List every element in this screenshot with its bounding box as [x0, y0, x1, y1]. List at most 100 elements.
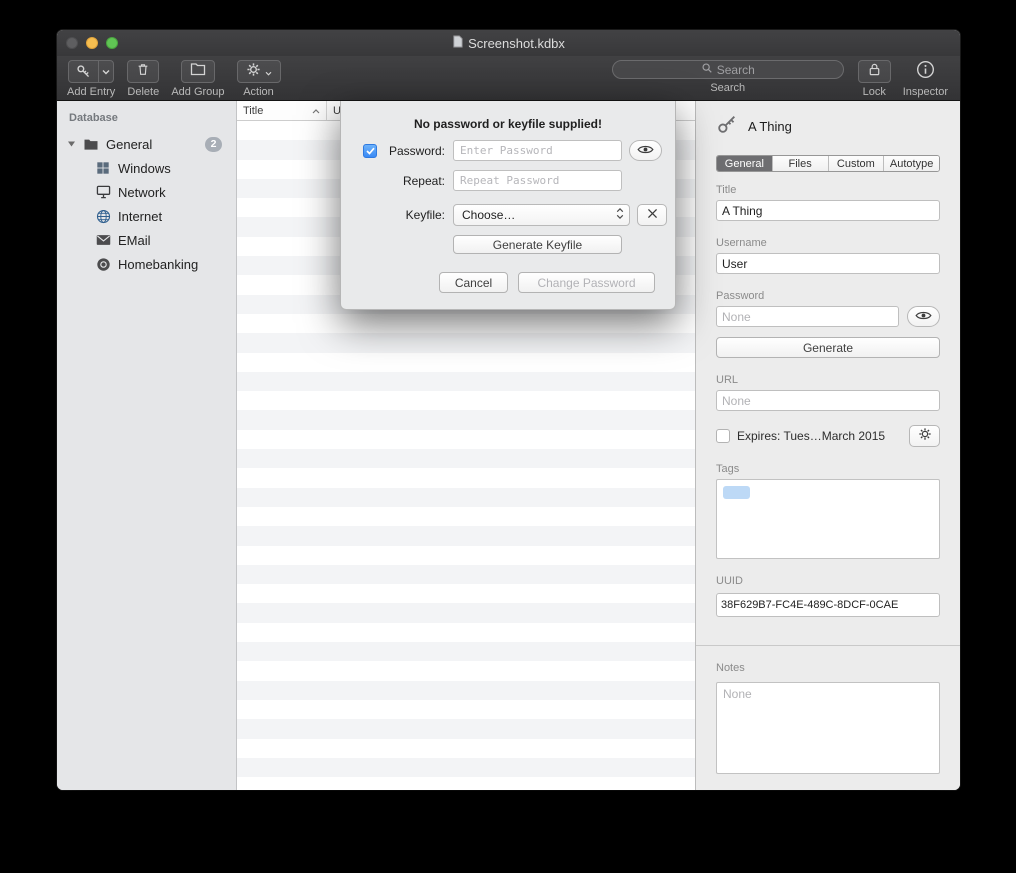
sidebar-header: Database — [69, 112, 236, 124]
tab-general[interactable]: General — [717, 156, 772, 171]
password-checkbox[interactable] — [363, 144, 377, 158]
sheet-password-input[interactable] — [453, 140, 622, 161]
password-label: Password — [716, 290, 940, 302]
entry-row-stripe — [237, 353, 695, 372]
window-title: Screenshot.kdbx — [468, 36, 565, 51]
sidebar-item-windows[interactable]: Windows — [57, 156, 236, 180]
lock-button[interactable] — [858, 60, 891, 83]
username-label: Username — [716, 237, 940, 249]
zoom-button[interactable] — [106, 37, 118, 49]
close-button[interactable] — [66, 37, 78, 49]
coin-icon — [95, 256, 111, 272]
entry-row-stripe — [237, 700, 695, 719]
disclosure-triangle-icon[interactable] — [67, 140, 76, 148]
gear-icon — [246, 62, 261, 82]
sidebar-item-network[interactable]: Network — [57, 180, 236, 204]
inspector-header: A Thing — [716, 113, 940, 139]
clear-icon — [647, 206, 658, 224]
gear-icon — [918, 427, 932, 446]
tags-field[interactable] — [716, 479, 940, 559]
sidebar-item-homebanking[interactable]: Homebanking — [57, 252, 236, 276]
sidebar-item-email[interactable]: EMail — [57, 228, 236, 252]
eye-icon — [915, 308, 932, 326]
toolbar-label: Delete — [127, 86, 159, 98]
search-placeholder: Search — [717, 63, 755, 77]
entry-row-stripe — [237, 314, 695, 333]
app-window: Screenshot.kdbx Add Entry Delete — [57, 30, 960, 790]
entry-row-stripe — [237, 584, 695, 603]
sidebar-item-label: Internet — [118, 209, 162, 224]
keyfile-dropdown[interactable]: Choose… — [453, 204, 630, 226]
entry-row-stripe — [237, 410, 695, 429]
url-label: URL — [716, 374, 940, 386]
folder-icon — [190, 62, 206, 81]
notes-field[interactable] — [716, 682, 940, 774]
column-header-title[interactable]: Title — [237, 101, 327, 120]
inspector-panel: A Thing General Files Custom Autotype Ti… — [695, 101, 960, 790]
toolbar-item-action: Action — [237, 60, 281, 98]
toolbar-label: Add Group — [171, 86, 224, 98]
tab-files[interactable]: Files — [772, 156, 828, 171]
entry-row-stripe — [237, 391, 695, 410]
search-input[interactable]: Search — [612, 60, 844, 79]
entry-row-stripe — [237, 333, 695, 352]
sheet-buttons: Cancel Change Password — [341, 272, 675, 293]
generate-keyfile-button[interactable]: Generate Keyfile — [453, 235, 622, 254]
sheet-keyfile-label: Keyfile: — [381, 208, 445, 222]
add-entry-button[interactable] — [68, 60, 114, 83]
reveal-password-button[interactable] — [907, 306, 940, 327]
delete-button[interactable] — [127, 60, 159, 83]
uuid-label: UUID — [716, 575, 940, 587]
entry-row-stripe — [237, 603, 695, 622]
title-label: Title — [716, 184, 940, 196]
password-field[interactable] — [716, 306, 899, 327]
entry-row-stripe — [237, 739, 695, 758]
clear-keyfile-button[interactable] — [637, 204, 667, 226]
minimize-button[interactable] — [86, 37, 98, 49]
entry-row-stripe — [237, 526, 695, 545]
tag-chip[interactable] — [723, 486, 750, 499]
username-field[interactable] — [716, 253, 940, 274]
uuid-field[interactable] — [716, 593, 940, 617]
sheet-password-row: Password: — [341, 140, 675, 161]
notes-label: Notes — [716, 662, 940, 674]
sheet-repeat-input[interactable] — [453, 170, 622, 191]
action-button[interactable] — [237, 60, 281, 83]
inspector-toggle-button[interactable] — [916, 60, 935, 83]
entry-row-stripe — [237, 372, 695, 391]
toolbar-item-delete: Delete — [127, 60, 159, 98]
change-password-button[interactable]: Change Password — [518, 272, 655, 293]
expires-settings-button[interactable] — [909, 425, 940, 447]
entry-row-stripe — [237, 681, 695, 700]
trash-icon — [136, 62, 150, 82]
generate-password-button[interactable]: Generate — [716, 337, 940, 358]
tab-autotype[interactable]: Autotype — [883, 156, 939, 171]
toolbar-label: Lock — [863, 86, 886, 98]
password-row — [716, 306, 940, 327]
toolbar-item-search: Search Search — [612, 60, 844, 94]
chevron-down-icon[interactable] — [98, 61, 113, 82]
chevron-down-icon — [265, 63, 272, 81]
sheet-reveal-password-button[interactable] — [629, 140, 662, 161]
sidebar-item-label: General — [106, 137, 152, 152]
tab-custom[interactable]: Custom — [828, 156, 884, 171]
change-password-sheet: No password or keyfile supplied! Passwor… — [340, 101, 676, 310]
sidebar-item-general[interactable]: General 2 — [57, 132, 236, 156]
sidebar-item-label: Homebanking — [118, 257, 198, 272]
toolbar-item-inspector: Inspector — [903, 60, 948, 98]
keyfile-value: Choose… — [462, 208, 515, 222]
cancel-button[interactable]: Cancel — [439, 272, 508, 293]
expires-row: Expires: Tues…March 2015 — [716, 425, 940, 447]
title-field[interactable] — [716, 200, 940, 221]
entry-row-stripe — [237, 488, 695, 507]
toolbar: Add Entry Delete Add Group — [57, 56, 960, 101]
key-icon — [716, 113, 738, 140]
sidebar-item-label: Windows — [118, 161, 171, 176]
url-field[interactable] — [716, 390, 940, 411]
sidebar-item-internet[interactable]: Internet — [57, 204, 236, 228]
add-group-button[interactable] — [181, 60, 215, 83]
folder-icon — [83, 136, 99, 152]
entry-row-stripe — [237, 623, 695, 642]
expires-checkbox[interactable] — [716, 429, 730, 443]
expires-label: Expires: Tues…March 2015 — [737, 429, 902, 443]
